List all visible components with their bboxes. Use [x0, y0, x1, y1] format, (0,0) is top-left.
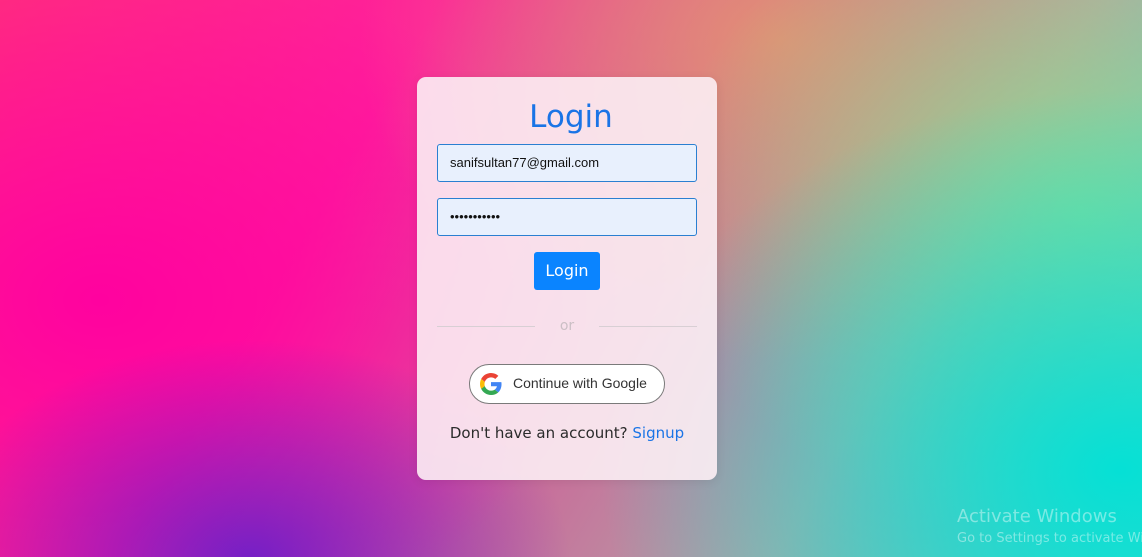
- password-value: •••••••••••: [450, 209, 501, 224]
- divider-right: [599, 326, 697, 327]
- signup-prompt-row: Don't have an account? Signup: [0, 423, 1134, 443]
- page-title: Login: [529, 99, 613, 135]
- email-value: sanifsultan77@gmail.com: [450, 155, 600, 170]
- activate-windows-title: Activate Windows: [957, 506, 1117, 527]
- google-button-label: Continue with Google: [513, 375, 647, 391]
- email-field[interactable]: sanifsultan77@gmail.com: [437, 144, 697, 182]
- signup-link[interactable]: Signup: [632, 424, 684, 442]
- password-field[interactable]: •••••••••••: [437, 198, 697, 236]
- google-g-icon: [480, 373, 502, 395]
- divider-or-text: or: [559, 318, 575, 334]
- signup-prompt-text: Don't have an account?: [449, 424, 628, 442]
- divider-left: [437, 326, 535, 327]
- activate-windows-subtitle: Go to Settings to activate Windows.: [957, 531, 1142, 546]
- login-button[interactable]: Login: [534, 252, 600, 290]
